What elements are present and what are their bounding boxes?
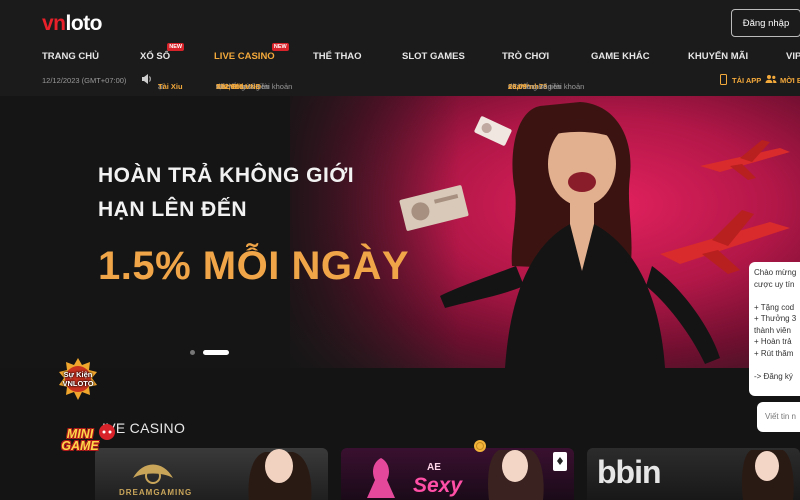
nav-item-home[interactable]: TRANG CHỦ [42,51,99,62]
chat-line: + Rút thăm [754,348,794,358]
dealer-illustration [741,450,794,500]
card-brand-label: Sexy [413,474,463,497]
dealer-illustration [488,450,544,500]
coin-icon [474,440,486,452]
dice-icon [99,424,115,440]
chat-line: -> Đăng ký [754,371,793,381]
ticker-msg1-game: Xóc Đĩa [216,82,244,91]
event-label-line2: VNLOTO [62,379,94,388]
chat-input[interactable]: Viết tin n [757,402,800,432]
event-badge[interactable]: Sự Kiện VNLOTO [55,356,101,402]
nav-item-label: VIP [786,51,800,62]
game-card-sexy-baccarat[interactable]: AE Sexy [341,448,574,500]
download-app-link[interactable]: TẢI APP [732,76,761,85]
chat-line: cược uy tín [754,279,795,289]
new-badge: NEW [271,43,289,51]
carousel-dot[interactable] [190,350,195,355]
winner-ticker: 12/12/2023 (GMT+07:00) ại Tài Xỉu · Chúc… [0,70,800,92]
silhouette-icon [367,458,395,498]
game-card-dreamgaming[interactable]: DREAMGAMING [95,448,328,500]
nav-item-live-casino[interactable]: LIVE CASINO NEW [214,43,289,62]
chat-line: Chào mừng [754,268,797,277]
mini-game-badge[interactable]: MINI GAME [43,422,119,462]
logo-part-vn: vn [42,12,66,35]
site-header: vnloto Đăng nhập TRANG CHỦ XỔ SỐ NEW LIV… [0,0,800,96]
nav-item-label: KHUYẾN MÃI [688,51,749,62]
promo-banner[interactable]: HOÀN TRẢ KHÔNG GIỚI HẠN LÊN ĐẾN 1.5% MỖI… [0,96,800,368]
login-button[interactable]: Đăng nhập [731,9,800,37]
nav-item-promotions[interactable]: KHUYẾN MÃI [688,51,748,62]
invite-friends-link[interactable]: MỜI B [780,76,800,85]
carousel-dots [190,350,240,356]
ticker-fragment-game: Tài Xỉu [158,82,183,91]
chat-line: + Tặng cod [754,302,795,312]
nav-item-games[interactable]: TRÒ CHƠI [502,51,549,62]
banknote-icon [474,116,512,146]
nav-item-slot-games[interactable]: SLOT GAMES [402,51,465,62]
site-logo[interactable]: vnloto [42,12,103,36]
logo-part-loto: loto [65,12,103,35]
card-brand-label: DREAMGAMING [119,488,193,497]
phone-icon [720,74,727,87]
speaker-icon [140,73,152,87]
nav-item-label: XỔ SỐ [140,51,171,62]
chat-spacer [754,359,800,371]
main-nav: TRANG CHỦ XỔ SỐ NEW LIVE CASINO NEW THỂ … [0,43,800,68]
nav-item-label: SLOT GAMES [402,51,465,62]
carousel-dot-active[interactable] [203,350,229,355]
nav-item-sports[interactable]: THỂ THAO [313,51,362,62]
users-icon [765,74,777,86]
nav-item-label: TRANG CHỦ [42,51,99,62]
playing-card-icon [553,452,567,471]
nav-item-label: THỂ THAO [313,51,362,62]
dreamgaming-logo-icon [133,464,173,484]
game-card-bbin[interactable]: bbin [587,448,800,500]
banner-headline-line1: HOÀN TRẢ KHÔNG GIỚI [98,164,355,187]
dealer-illustration [248,449,312,500]
page: vnloto Đăng nhập TRANG CHỦ XỔ SỐ NEW LIV… [0,0,800,500]
banner-headline-line2: HẠN LÊN ĐẾN [98,198,248,221]
new-badge: NEW [167,43,185,51]
nav-item-label: GAME KHÁC [591,51,650,62]
nav-item-vip[interactable]: VIP [786,51,800,62]
nav-item-lottery[interactable]: XỔ SỐ NEW [140,43,185,62]
chat-line: + Thưởng 3 [754,314,797,323]
ticker-msg2-amount: 26,09 [508,82,527,91]
chat-widget[interactable]: Chào mừng cược uy tín + Tặng cod + Thưởn… [749,262,800,396]
nav-item-label: LIVE CASINO [214,51,275,62]
chat-line: + Hoàn trả [754,337,792,346]
card-brand-prefix: AE [427,462,441,473]
card-brand-label: bbin [597,454,662,490]
chat-spacer [754,290,800,302]
ticker-datetime: 12/12/2023 (GMT+07:00) [42,76,127,85]
event-label-line1: Sự Kiện [63,370,93,379]
plane-icon [700,140,790,180]
banner-offer: 1.5% MỖI NGÀY [98,244,410,288]
banknote-icon [399,185,469,231]
chat-line: thành viên [754,325,791,335]
nav-item-other-games[interactable]: GAME KHÁC [591,51,650,62]
nav-item-label: TRÒ CHƠI [502,51,550,62]
